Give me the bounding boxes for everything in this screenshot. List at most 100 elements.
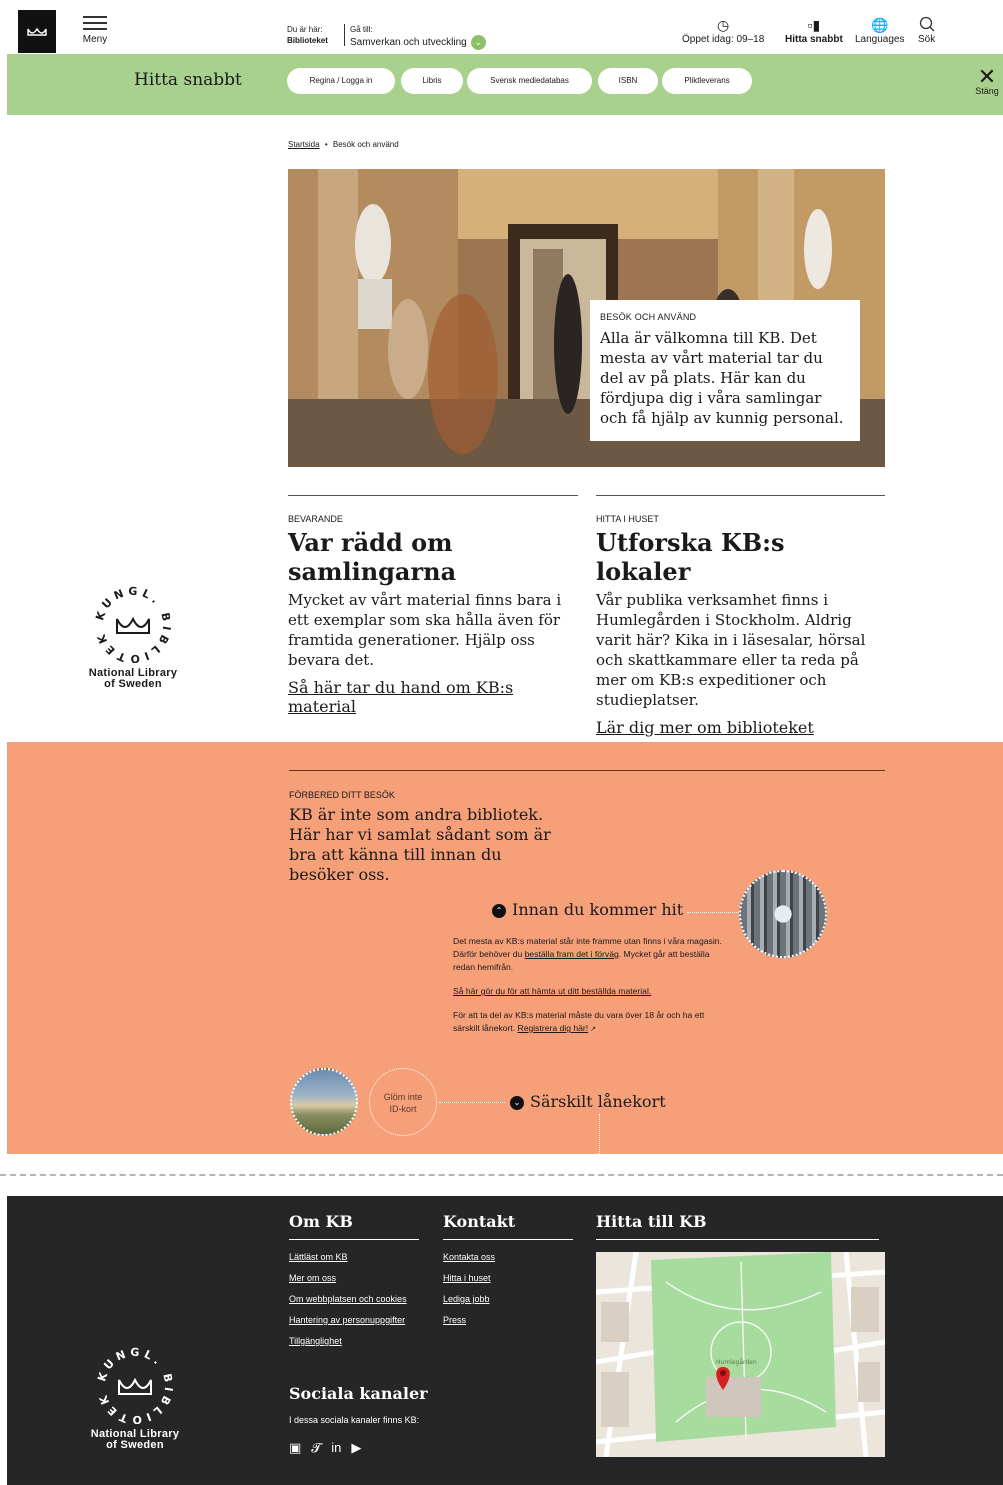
innan-paragraph-3: För att ta del av KB:s material måste du… — [453, 1009, 728, 1036]
breadcrumb-current: Besök och använd — [332, 140, 399, 149]
footer-link[interactable]: Press — [443, 1315, 573, 1325]
breadcrumb-home[interactable]: Startsida — [288, 140, 320, 149]
connector-line — [439, 1102, 505, 1103]
hamburger-line — [83, 22, 107, 24]
article-title: Var rädd om samlingarna — [288, 528, 457, 586]
menu-label: Meny — [82, 34, 108, 45]
footer-link[interactable]: Om webbplatsen och cookies — [289, 1294, 419, 1304]
quick-link-isbn[interactable]: ISBN — [598, 68, 658, 94]
order-in-advance-link[interactable]: beställa fram det i förväg — [525, 949, 619, 959]
article-bevarande: BEVARANDE Var rädd om samlingarna Mycket… — [288, 495, 578, 716]
logo-name-2: of Sweden — [106, 1439, 164, 1451]
article-hitta-i-huset: HITTA I HUSET Utforska KB:s lokaler Vår … — [596, 495, 885, 737]
section-rule — [289, 770, 885, 771]
innan-toggle[interactable]: ⌃ Innan du kommer hit — [492, 900, 683, 919]
connector-line — [599, 1114, 600, 1154]
opening-hours-label: Öppet idag: 09–18 — [682, 34, 765, 45]
footer-link[interactable]: Mer om oss — [289, 1273, 419, 1283]
goto-selector[interactable]: Gå till: Samverkan och utveckling ⌄ — [344, 24, 486, 50]
quick-link-svensk-mediedatabas[interactable]: Svensk mediedatabas — [467, 68, 592, 94]
search-label: Sök — [918, 34, 936, 45]
hero-kicker: BESÖK OCH ANVÄND — [600, 312, 697, 322]
svg-text:KUNGL. BIBLIOTEKET: KUNGL. BIBLIOTEKET — [93, 585, 173, 663]
footer-heading: Sociala kanaler — [289, 1384, 428, 1403]
site-header: Meny Du är här: Biblioteket Gå till: Sam… — [7, 0, 1003, 54]
svg-text:KUNGL. BIBLIOTEKET: KUNGL. BIBLIOTEKET — [95, 1346, 175, 1424]
sarskilt-title-label: Särskilt lånekort — [530, 1092, 666, 1111]
globe-icon: 🌐 — [871, 17, 889, 33]
prepare-kicker: FÖRBERED DITT BESÖK — [289, 790, 395, 800]
external-link-icon: ↗ — [588, 1026, 596, 1033]
svg-text:Humlegården: Humlegården — [716, 1359, 757, 1366]
dashed-divider — [0, 1174, 1003, 1176]
languages-button[interactable]: 🌐 Languages — [855, 16, 905, 45]
close-quick-find-button[interactable]: ✕ Stäng — [973, 64, 1001, 97]
quick-find-button[interactable]: ▫▮ Hitta snabbt — [785, 16, 843, 45]
prepare-visit-section: FÖRBERED DITT BESÖK KB är inte som andra… — [7, 742, 1003, 1154]
kb-crown-logo[interactable] — [18, 10, 56, 53]
quick-link-libris[interactable]: Libris — [401, 68, 463, 94]
innan-paragraph-1: Det mesta av KB:s material står inte fra… — [453, 935, 728, 974]
crown-icon — [27, 27, 47, 36]
connector-line — [687, 912, 739, 913]
prepare-text: KB är inte som andra bibliotek. Här har … — [289, 805, 551, 884]
article-kicker: BEVARANDE — [288, 514, 343, 524]
quick-link-pliktleverans[interactable]: Pliktleverans — [662, 68, 752, 94]
article-body: Vår publika verksamhet finns i Humlegård… — [596, 591, 866, 709]
sarskilt-toggle[interactable]: ⌄ Särskilt lånekort — [510, 1092, 666, 1111]
hero-card: BESÖK OCH ANVÄND Alla är välkomna till K… — [590, 300, 860, 441]
footer-link[interactable]: Tillgänglighet — [289, 1336, 419, 1346]
here-value[interactable]: Biblioteket — [287, 35, 328, 46]
pickup-material-link[interactable]: Så här gör du för att hämta ut ditt best… — [453, 986, 651, 996]
footer-link[interactable]: Hitta i huset — [443, 1273, 573, 1283]
footer-link[interactable]: Lediga jobb — [443, 1294, 573, 1304]
footer-hitta: Hitta till KB — [596, 1212, 879, 1252]
chevron-down-icon: ⌄ — [510, 1096, 524, 1110]
kb-logo: KUNGL. BIBLIOTEKET National Library of S… — [78, 575, 188, 690]
footer-om-kb: Om KB Lättläst om KB Mer om oss Om webbp… — [289, 1212, 419, 1357]
chevron-down-icon[interactable]: ⌄ — [470, 35, 486, 50]
close-icon: ✕ — [977, 64, 997, 89]
opening-hours[interactable]: ◷ Öppet idag: 09–18 — [682, 16, 764, 45]
footer-link[interactable]: Lättläst om KB — [289, 1252, 419, 1262]
kb-seal-icon: KUNGL. BIBLIOTEKET — [87, 575, 173, 665]
location-here: Du är här: Biblioteket — [287, 24, 328, 46]
hamburger-line — [83, 28, 107, 30]
quick-find-label: Hitta snabbt — [785, 34, 843, 45]
quick-link-regina[interactable]: Regina / Logga in — [287, 68, 395, 94]
article-link[interactable]: Lär dig mer om biblioteket — [596, 718, 885, 737]
remember-id-badge: Glöm inte ID-kort — [369, 1068, 437, 1136]
kb-seal-icon: KUNGL. BIBLIOTEKET — [89, 1336, 175, 1426]
breadcrumb-separator: • — [324, 140, 328, 149]
location-map[interactable]: Humlegården — [596, 1252, 885, 1457]
menu-button[interactable]: Meny — [79, 16, 111, 45]
footer-heading: Om KB — [289, 1212, 419, 1240]
search-button[interactable]: Sök — [918, 16, 935, 45]
remember-id-line2: ID-kort — [389, 1104, 417, 1114]
facebook-icon[interactable]: ▣ — [289, 1440, 301, 1456]
footer-link[interactable]: Hantering av personuppgifter — [289, 1315, 419, 1325]
search-icon — [918, 16, 935, 34]
quick-find-title: Hitta snabbt — [134, 70, 242, 90]
quick-find-icon: ▫▮ — [807, 17, 821, 33]
innan-paragraph-2: Så här gör du för att hämta ut ditt best… — [453, 985, 728, 998]
clock-icon: ◷ — [717, 17, 730, 33]
youtube-icon[interactable]: ▶ — [351, 1440, 361, 1456]
linkedin-icon[interactable]: in — [331, 1440, 341, 1456]
article-link[interactable]: Så här tar du hand om KB:s material — [288, 678, 578, 716]
twitter-icon[interactable]: 𝓣 — [311, 1440, 321, 1456]
languages-label: Languages — [855, 34, 905, 45]
innan-body: Det mesta av KB:s material står inte fra… — [453, 935, 728, 1047]
footer-heading: Hitta till KB — [596, 1212, 879, 1240]
innan-title-label: Innan du kommer hit — [512, 900, 684, 919]
site-footer: KUNGL. BIBLIOTEKET National Library of S… — [7, 1196, 1003, 1485]
article-title: Utforska KB:s lokaler — [596, 528, 785, 586]
footer-heading: Kontakt — [443, 1212, 573, 1240]
close-label: Stäng — [975, 86, 999, 96]
remember-id-line1: Glöm inte — [383, 1092, 423, 1102]
footer-link[interactable]: Kontakta oss — [443, 1252, 573, 1262]
logo-name-2: of Sweden — [104, 678, 162, 690]
register-link[interactable]: Registrera dig här! — [517, 1023, 588, 1033]
footer-social: Sociala kanaler I dessa sociala kanaler … — [289, 1384, 489, 1456]
quick-find-bar: Hitta snabbt Regina / Logga in Libris Sv… — [7, 54, 1003, 115]
